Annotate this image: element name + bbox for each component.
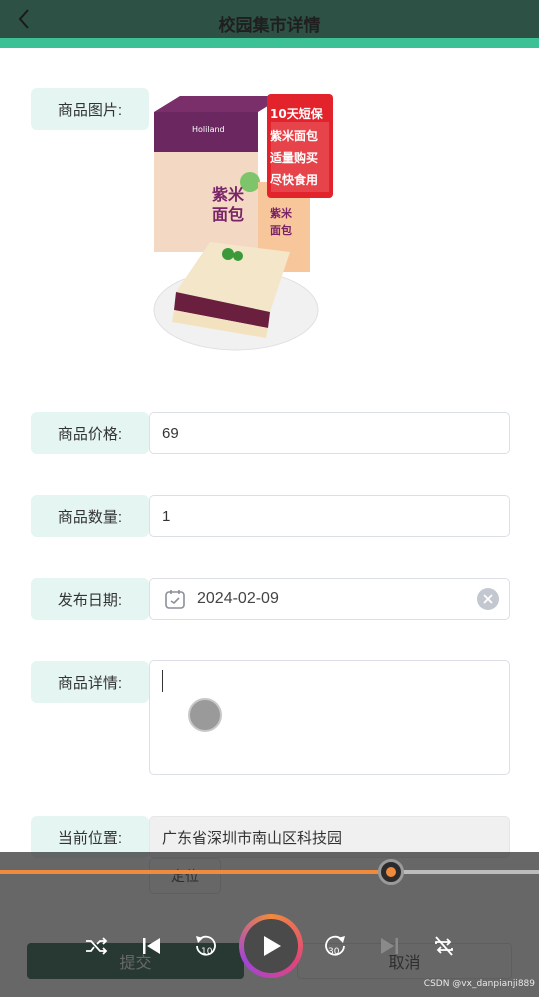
clear-icon[interactable] xyxy=(477,588,499,610)
svg-text:紫米面包: 紫米面包 xyxy=(270,128,318,143)
forward-30-icon[interactable]: 30 xyxy=(321,932,349,960)
page-title: 校园集市详情 xyxy=(218,16,321,35)
svg-text:紫米: 紫米 xyxy=(270,206,293,220)
detail-textarea[interactable] xyxy=(149,660,510,775)
brand-logo-text: Holiland xyxy=(192,125,225,134)
svg-text:10: 10 xyxy=(201,947,213,957)
app-header: 校园集市详情 xyxy=(0,0,539,38)
svg-text:适量购买: 适量购买 xyxy=(270,150,318,165)
calendar-icon[interactable] xyxy=(164,588,186,610)
playback-progress-bar[interactable] xyxy=(0,859,539,885)
text-caret xyxy=(162,670,163,692)
product-image-label: 商品图片: xyxy=(31,88,149,130)
shuffle-icon[interactable] xyxy=(82,932,110,960)
play-button[interactable] xyxy=(239,914,303,978)
product-image: Holiland 紫米 面包 紫米 面包 10天短保 紫米面包 适量购买 尽快食… xyxy=(150,82,340,360)
previous-track-icon[interactable] xyxy=(137,932,165,960)
header-accent-bar xyxy=(0,38,539,48)
date-label: 发布日期: xyxy=(31,578,149,620)
price-input[interactable]: 69 xyxy=(149,412,510,454)
svg-text:面包: 面包 xyxy=(212,205,244,224)
repeat-off-icon[interactable] xyxy=(430,932,458,960)
date-value: 2024-02-09 xyxy=(197,590,279,607)
next-track-icon[interactable] xyxy=(376,932,404,960)
detail-label: 商品详情: xyxy=(31,661,149,703)
svg-text:10天短保: 10天短保 xyxy=(270,106,324,121)
progress-fill xyxy=(0,870,391,874)
svg-text:面包: 面包 xyxy=(270,223,292,237)
play-icon xyxy=(264,936,281,956)
touch-indicator xyxy=(188,698,222,732)
quantity-label: 商品数量: xyxy=(31,495,149,537)
rewind-10-icon[interactable]: 10 xyxy=(192,932,220,960)
progress-knob[interactable] xyxy=(378,859,404,885)
svg-text:紫米: 紫米 xyxy=(212,185,245,204)
svg-text:尽快食用: 尽快食用 xyxy=(270,172,318,187)
price-label: 商品价格: xyxy=(31,412,149,454)
quantity-input[interactable]: 1 xyxy=(149,495,510,537)
watermark: CSDN @vx_danpianji889 xyxy=(423,979,535,989)
svg-text:30: 30 xyxy=(328,947,340,957)
